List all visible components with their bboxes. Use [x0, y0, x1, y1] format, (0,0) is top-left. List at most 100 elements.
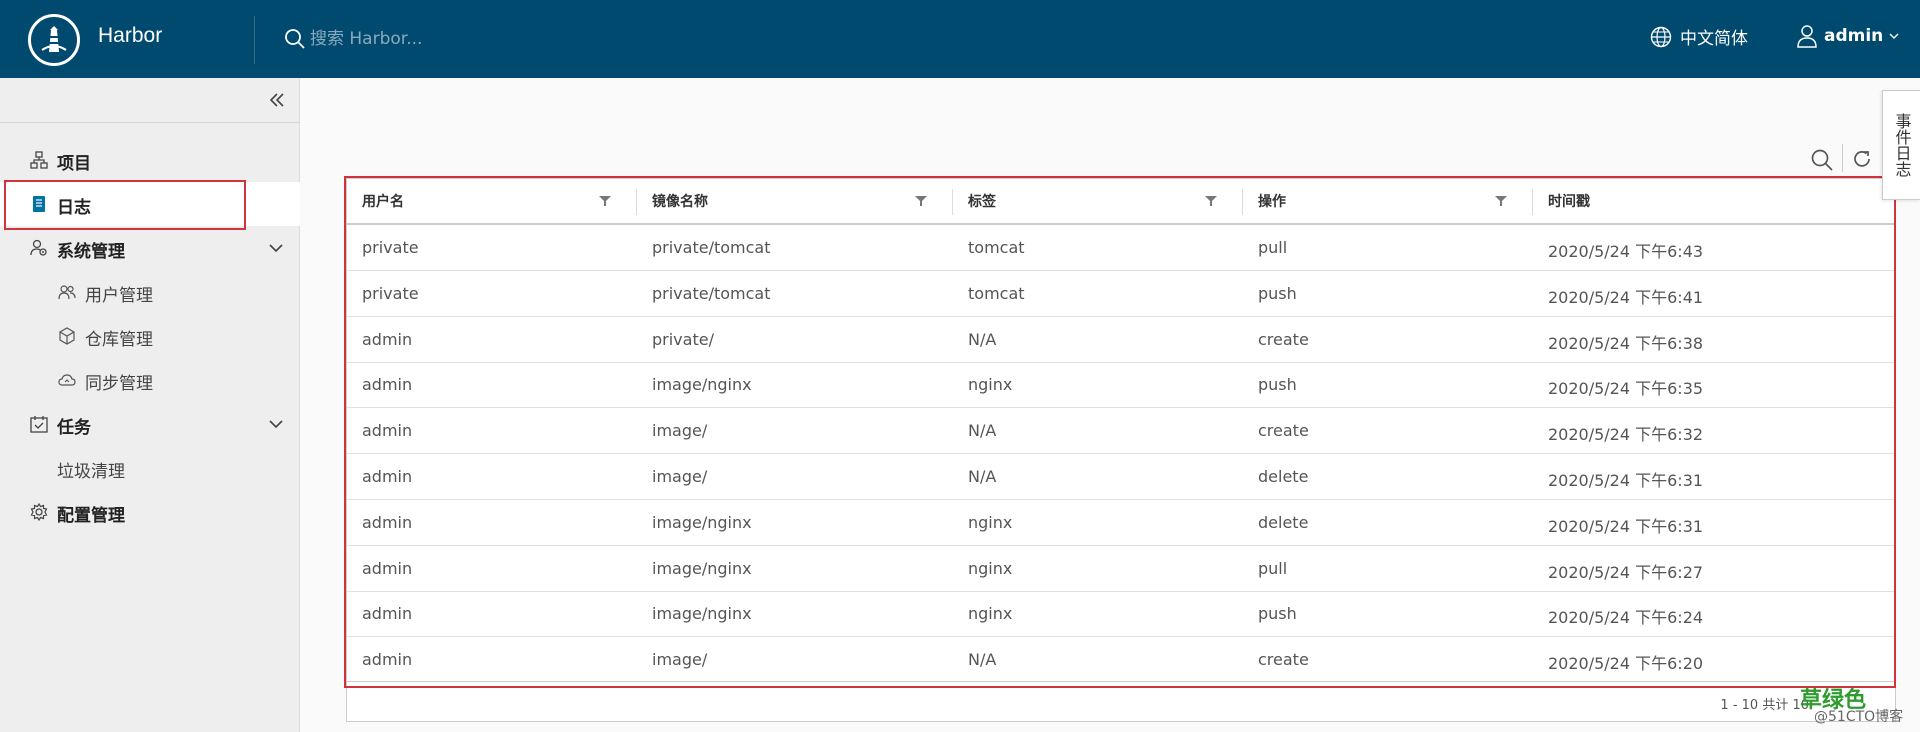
globe-icon [1650, 26, 1672, 47]
table-cell: 2020/5/24 下午6:32 [1548, 425, 1704, 445]
table-cell: admin [362, 467, 413, 486]
user-icon [1797, 25, 1817, 48]
table-cell: push [1258, 283, 1297, 303]
table-cell: 2020/5/24 下午6:24 [1548, 608, 1704, 628]
table-row[interactable]: private private/tomcat tomcat push 2020/5/24… [347, 271, 1895, 317]
sidebar-item-tasks[interactable]: 任务 [0, 402, 300, 446]
table-cell: push [1258, 375, 1297, 395]
gear-icon [30, 503, 48, 521]
table-row[interactable]: admin image/N/A create 2020/5/24 下午6:32 [347, 408, 1895, 455]
chevron-down-icon [1889, 33, 1899, 39]
table-cell: admin [362, 604, 413, 624]
table-cell: admin [362, 375, 413, 395]
table-cell: 2020/5/24 下午6:31 [1548, 471, 1704, 490]
column-header-repository[interactable]: 镜像名称 [637, 179, 953, 223]
audit-log-table: 用户名 镜像名称 标签 操作 时间戳 private private/tomcat… [346, 178, 1896, 684]
table-cell: private [362, 283, 419, 303]
search-input[interactable] [310, 24, 710, 54]
column-header-operation[interactable]: 操作 [1243, 179, 1533, 223]
table-cell: N/A [968, 650, 997, 670]
table-cell: admin [362, 421, 413, 441]
table-cell: nginx [968, 604, 1013, 624]
sidebar-item-label: 仓库管理 [85, 330, 153, 350]
table-cell: create [1258, 421, 1309, 441]
refresh-icon[interactable] [1851, 148, 1873, 174]
table-row[interactable]: admin image/nginx nginx push 2020/5/24 下午6:2… [347, 591, 1895, 638]
filter-icon[interactable] [1205, 195, 1217, 207]
language-selector[interactable]: 中文简体 [1650, 24, 1748, 49]
sidebar-item-label: 用户管理 [85, 286, 153, 306]
table-cell: nginx [968, 375, 1013, 395]
sidebar-item-replication[interactable]: 同步管理 [0, 358, 300, 402]
table-cell: private/tomcat [652, 283, 771, 303]
username-label: admin [1824, 26, 1884, 46]
table-row[interactable]: admin image/N/A create 2020/5/24 下午6:20 [347, 637, 1895, 684]
top-header: Harbor 中文简体 admin [0, 0, 1920, 78]
sidebar-item-label: 配置管理 [57, 506, 125, 526]
table-cell: 2020/5/24 下午6:43 [1548, 242, 1704, 261]
table-cell: 2020/5/24 下午6:38 [1548, 333, 1704, 353]
task-icon [30, 416, 48, 433]
table-cell: image/nginx [652, 604, 752, 624]
event-log-tab[interactable]: 事件日志 [1882, 90, 1920, 200]
column-header-username[interactable]: 用户名 [347, 179, 637, 223]
sidebar-item-registry-management[interactable]: 仓库管理 [0, 314, 300, 358]
table-cell: N/A [968, 421, 997, 441]
table-row[interactable]: admin image/nginx nginx delete 2020/5/24 下午6… [347, 500, 1895, 546]
sidebar-divider [0, 122, 300, 123]
brand-title: Harbor [98, 24, 163, 47]
main-content: 用户名 镜像名称 标签 操作 时间戳 private private/tomcat… [300, 78, 1920, 732]
table-cell: tomcat [968, 283, 1025, 303]
table-cell: 2020/5/24 下午6:41 [1548, 287, 1704, 307]
sidebar-item-system-admin[interactable]: 系统管理 [0, 226, 300, 270]
table-cell: private/tomcat [652, 238, 771, 257]
table-cell: 2020/5/24 下午6:31 [1548, 516, 1704, 536]
sidebar-item-garbage-collection[interactable]: 垃圾清理 [0, 446, 300, 490]
watermark-source: @51CTO博客 [1814, 709, 1904, 725]
table-cell: delete [1258, 512, 1309, 532]
box-icon [59, 327, 75, 345]
table-cell: admin [362, 329, 413, 349]
table-cell: pull [1258, 558, 1288, 578]
table-row[interactable]: admin image/nginx nginx pull 2020/5/24 下午6:2… [347, 546, 1895, 592]
table-cell: image/nginx [652, 375, 752, 395]
table-cell: image/nginx [652, 512, 752, 532]
toolbar-divider [1842, 144, 1843, 172]
lighthouse-icon [41, 26, 67, 52]
sidebar-item-label: 垃圾清理 [57, 462, 125, 482]
table-header: 用户名 镜像名称 标签 操作 时间戳 [347, 179, 1895, 225]
user-menu[interactable]: admin [1796, 24, 1899, 48]
table-cell: pull [1258, 238, 1288, 257]
filter-icon[interactable] [599, 195, 611, 207]
collapse-sidebar-icon[interactable] [268, 90, 286, 115]
search-icon[interactable] [284, 28, 306, 54]
sidebar-item-label: 同步管理 [85, 374, 153, 394]
table-cell: N/A [968, 329, 997, 349]
table-row[interactable]: admin private/N/A create 2020/5/24 下午6:38 [347, 317, 1895, 363]
table-cell: admin [362, 650, 413, 670]
users-icon [58, 285, 76, 300]
highlight-box [4, 180, 246, 230]
sidebar-item-configuration[interactable]: 配置管理 [0, 490, 300, 534]
table-cell: nginx [968, 512, 1013, 532]
chevron-down-icon [269, 420, 283, 429]
table-cell: private/ [652, 329, 714, 349]
table-search-icon[interactable] [1810, 148, 1834, 176]
table-cell: admin [362, 512, 413, 532]
table-cell: N/A [968, 467, 997, 486]
header-divider [254, 16, 255, 64]
table-row[interactable]: admin image/N/A delete 2020/5/24 下午6:31 [347, 454, 1895, 500]
filter-icon[interactable] [1495, 195, 1507, 207]
column-header-timestamp[interactable]: 时间戳 [1533, 179, 1895, 223]
language-label: 中文简体 [1680, 29, 1748, 49]
table-row[interactable]: admin image/nginx nginx push 2020/5/24 下午6:3… [347, 362, 1895, 409]
filter-icon[interactable] [915, 195, 927, 207]
table-row[interactable]: private private/tomcat tomcat pull 2020/5/24… [347, 225, 1895, 271]
column-header-tag[interactable]: 标签 [953, 179, 1243, 223]
table-footer: 1 - 10 共计 10 [346, 682, 1896, 722]
harbor-logo[interactable] [28, 14, 80, 66]
system-admin-icon [30, 239, 47, 256]
sidebar-item-user-management[interactable]: 用户管理 [0, 270, 300, 314]
sidebar-item-projects[interactable]: 项目 [0, 138, 300, 182]
table-cell: image/ [652, 467, 708, 486]
